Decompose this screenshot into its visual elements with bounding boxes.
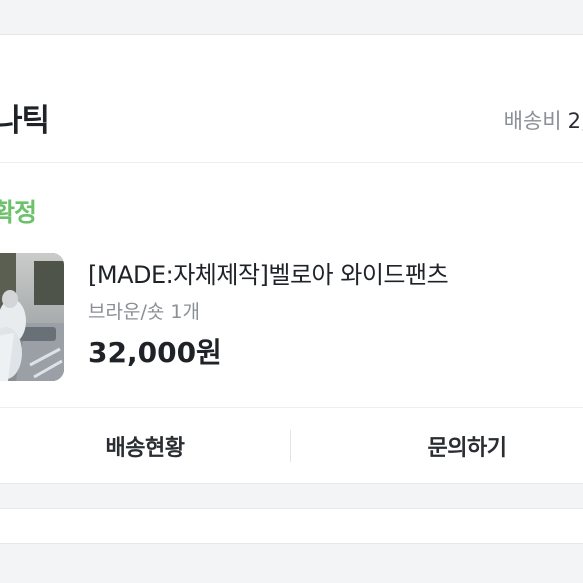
section-spacer (0, 484, 583, 508)
seller-name[interactable]: 나틱 (0, 95, 50, 140)
order-card: 나틱 배송비2,5 확정 [MADE:자 (0, 34, 583, 484)
shipping-fee-label: 배송비 (503, 109, 562, 133)
shipping-status-button[interactable]: 배송현황 (0, 408, 290, 484)
shipping-fee: 배송비 2,5 (504, 105, 583, 135)
order-actions: 배송현황 문의하기 (0, 407, 583, 483)
inquiry-button[interactable]: 문의하기 (291, 408, 583, 484)
next-order-card (0, 508, 583, 544)
shipping-fee-value: 2,5 (567, 109, 583, 133)
product-photo-icon (0, 253, 64, 381)
product-title[interactable]: [MADE:자체제작]벨로아 와이드팬츠 (88, 255, 449, 290)
product-price: 32,000원 (88, 336, 222, 369)
top-spacer (0, 0, 583, 34)
seller-header[interactable]: 나틱 배송비 2,5 (0, 35, 583, 163)
order-status: 확정 (0, 198, 37, 227)
product-thumbnail[interactable] (0, 253, 64, 381)
product-option: 브라운/숏 1개 (88, 301, 200, 323)
